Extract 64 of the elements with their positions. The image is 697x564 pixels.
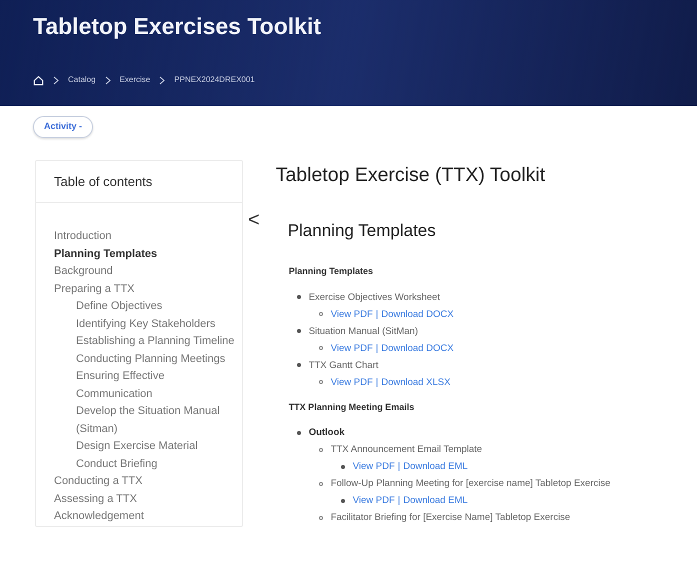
breadcrumb-link[interactable]: PPNEX2024DREX001 <box>174 74 255 86</box>
file-link[interactable]: Download EML <box>403 492 468 510</box>
file-link[interactable]: Download DOCX <box>381 306 454 323</box>
list-item-text: Exercise Objectives Worksheet <box>308 290 440 305</box>
article-title: Tabletop Exercise (TTX) Toolkit <box>276 164 546 187</box>
toc-item[interactable]: Introduction <box>54 228 236 246</box>
breadcrumb-link[interactable]: Catalog <box>68 74 96 86</box>
separator: | <box>376 376 378 390</box>
bullet-icon <box>340 464 345 469</box>
chevron-icon <box>159 76 166 85</box>
bullet-icon <box>296 295 301 300</box>
file-link[interactable]: View PDF <box>352 458 395 476</box>
toc-item[interactable]: Assessing a TTX <box>54 490 236 508</box>
toc-title: Table of contents <box>36 160 242 203</box>
chevron-icon <box>53 76 59 85</box>
toc-item[interactable]: Background <box>54 263 236 280</box>
bullet-icon <box>318 312 323 316</box>
toc-item[interactable]: Acknowledgement <box>54 508 236 526</box>
toc-item[interactable]: Conducting Planning Meetings <box>76 350 236 368</box>
bullet-icon <box>296 363 301 368</box>
separator: | <box>376 308 378 322</box>
file-link[interactable]: Download EML <box>403 458 468 476</box>
bullet-icon <box>296 430 301 435</box>
separator: | <box>398 460 400 474</box>
home-icon[interactable] <box>33 74 44 86</box>
list-item-text: Follow-Up Planning Meeting for [exercise name] Tabletop Exercise <box>330 477 610 492</box>
file-link[interactable]: View PDF <box>330 374 373 391</box>
section-title: Planning Templates <box>288 220 437 242</box>
list-item-text: TTX Gantt Chart <box>308 358 378 373</box>
toc-item[interactable]: Preparing a TTX <box>54 280 236 298</box>
group-heading: TTX Planning Meeting Emails <box>288 400 416 414</box>
file-link[interactable]: View PDF <box>352 492 395 510</box>
collapse-toggle[interactable]: < <box>248 210 260 230</box>
bullet-icon <box>340 498 345 503</box>
bullet-icon <box>318 346 323 350</box>
bullet-icon <box>318 516 323 520</box>
list-item-text: Facilitator Briefing for [Exercise Name] Tabletop Exercise <box>330 511 570 526</box>
bullet-icon <box>318 448 323 452</box>
list-item-text: TTX Announcement Email Template <box>330 443 482 458</box>
file-link[interactable]: View PDF <box>330 306 373 323</box>
chevron-icon <box>104 76 111 85</box>
separator: | <box>376 342 378 356</box>
file-link[interactable]: Download DOCX <box>381 340 454 357</box>
toc-item[interactable]: Design Exercise Material <box>76 438 236 456</box>
list-item-text: Outlook <box>308 426 345 440</box>
bullet-icon <box>318 482 323 486</box>
toc-item[interactable]: Ensuring Effective Communication <box>76 368 236 403</box>
toc-item[interactable]: Conduct Briefing <box>76 456 236 473</box>
separator: | <box>398 494 400 508</box>
bullet-icon <box>318 380 323 384</box>
breadcrumb-link[interactable]: Exercise <box>120 74 150 86</box>
toc-item[interactable]: Define Objectives <box>76 298 236 316</box>
toc-item[interactable]: Identifying Key Stakeholders <box>76 316 236 333</box>
bullet-icon <box>296 329 301 334</box>
toc-item[interactable]: Planning Templates <box>54 246 236 263</box>
toc-item[interactable]: Establishing a Planning Timeline <box>76 333 236 350</box>
list-item-text: Situation Manual (SitMan) <box>308 324 418 339</box>
toc-item[interactable]: Develop the Situation Manual (Sitman) <box>76 403 236 438</box>
group-heading: Planning Templates <box>288 265 374 278</box>
activity-button[interactable]: Activity - <box>33 116 94 138</box>
file-link[interactable]: Download XLSX <box>381 374 450 391</box>
file-link[interactable]: View PDF <box>330 340 373 357</box>
page-title: Tabletop Exercises Toolkit <box>33 14 322 40</box>
toc-item[interactable]: Conducting a TTX <box>54 473 236 490</box>
